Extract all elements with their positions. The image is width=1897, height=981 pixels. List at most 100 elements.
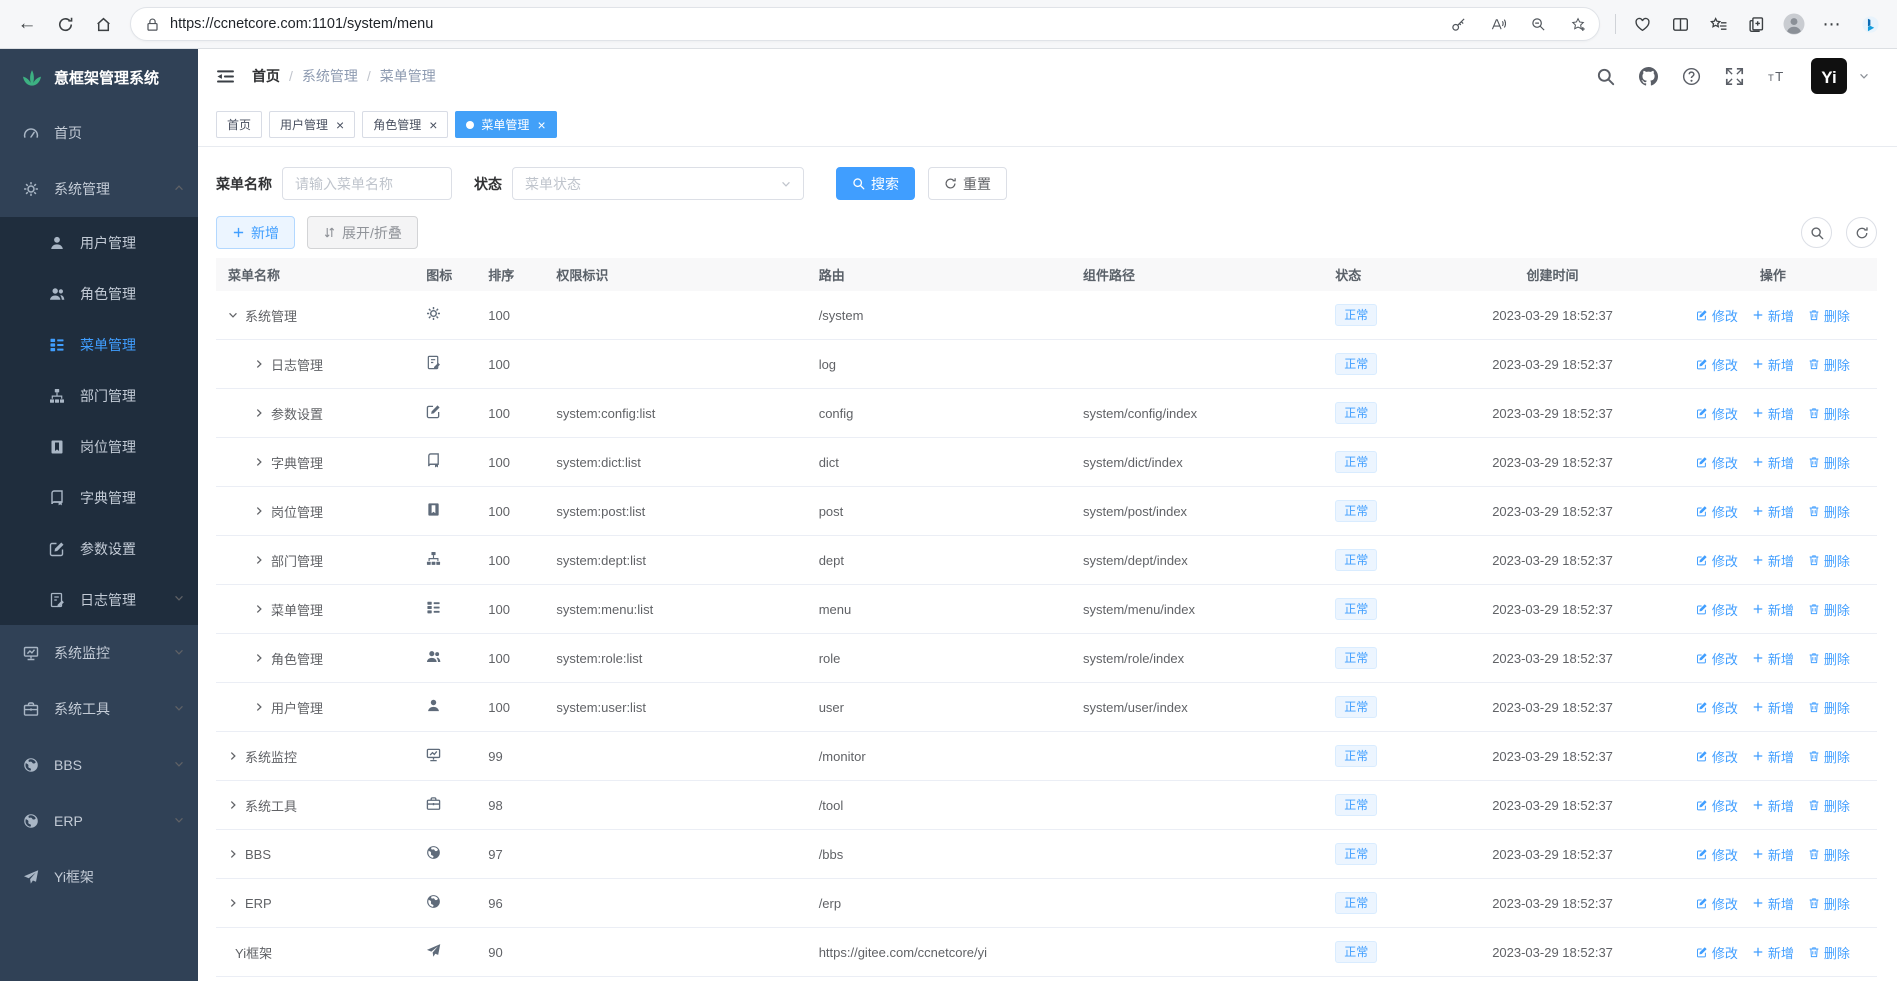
expand-toggle[interactable] [254,406,264,421]
delete-action[interactable]: 删除 [1808,698,1850,717]
sidebar-item-首页[interactable]: 首页 [0,105,198,161]
sidebar-item-日志管理[interactable]: 日志管理 [0,574,198,625]
sidebar-item-用户管理[interactable]: 用户管理 [0,217,198,268]
edit-action[interactable]: 修改 [1696,355,1738,374]
favorites-button[interactable] [1701,7,1735,41]
sidebar-item-BBS[interactable]: BBS [0,737,198,793]
sidebar-item-Yi框架[interactable]: Yi框架 [0,849,198,905]
expand-toggle[interactable] [228,896,238,911]
edit-action[interactable]: 修改 [1696,747,1738,766]
chevron-down-icon[interactable] [1859,71,1869,81]
edit-action[interactable]: 修改 [1696,943,1738,962]
sidebar-item-角色管理[interactable]: 角色管理 [0,268,198,319]
edit-action[interactable]: 修改 [1696,453,1738,472]
expand-toggle[interactable] [254,504,264,519]
add-action[interactable]: 新增 [1752,894,1794,913]
add-action[interactable]: 新增 [1752,551,1794,570]
search-toggle-button[interactable] [1801,217,1832,248]
user-avatar-logo[interactable]: Yi [1811,58,1847,94]
add-action[interactable]: 新增 [1752,600,1794,619]
delete-action[interactable]: 删除 [1808,747,1850,766]
add-action[interactable]: 新增 [1752,453,1794,472]
delete-action[interactable]: 删除 [1808,894,1850,913]
bing-chat-button[interactable] [1853,7,1887,41]
expand-collapse-button[interactable]: 展开/折叠 [307,216,418,249]
delete-action[interactable]: 删除 [1808,943,1850,962]
browser-essentials-button[interactable] [1625,7,1659,41]
add-favorite-icon[interactable] [1563,9,1593,39]
expand-toggle[interactable] [254,651,264,666]
sidebar-item-菜单管理[interactable]: 菜单管理 [0,319,198,370]
sidebar-item-字典管理[interactable]: 字典管理 [0,472,198,523]
add-action[interactable]: 新增 [1752,845,1794,864]
edit-action[interactable]: 修改 [1696,698,1738,717]
expand-toggle[interactable] [228,749,238,764]
expand-toggle[interactable] [254,602,264,617]
close-icon[interactable]: × [336,118,344,132]
refresh-table-button[interactable] [1846,217,1877,248]
close-icon[interactable]: × [537,118,545,132]
collections-button[interactable] [1739,7,1773,41]
delete-action[interactable]: 删除 [1808,355,1850,374]
sidebar-item-参数设置[interactable]: 参数设置 [0,523,198,574]
edit-action[interactable]: 修改 [1696,649,1738,668]
edit-action[interactable]: 修改 [1696,600,1738,619]
expand-toggle[interactable] [228,308,238,323]
status-select[interactable]: 菜单状态 [512,167,804,200]
lock-icon[interactable] [145,17,160,32]
back-button[interactable]: ← [10,7,44,41]
browser-more-button[interactable]: ⋯ [1815,7,1849,41]
add-button[interactable]: 新增 [216,216,295,249]
sidebar-item-系统管理[interactable]: 系统管理 [0,161,198,217]
github-icon[interactable] [1639,66,1658,86]
expand-toggle[interactable] [254,455,264,470]
edit-action[interactable]: 修改 [1696,894,1738,913]
zoom-out-icon[interactable] [1523,9,1553,39]
add-action[interactable]: 新增 [1752,796,1794,815]
close-icon[interactable]: × [429,118,437,132]
font-size-icon[interactable]: TT [1768,67,1787,86]
search-button[interactable]: 搜索 [836,167,915,200]
key-icon[interactable] [1443,9,1473,39]
delete-action[interactable]: 删除 [1808,551,1850,570]
menu-fold-icon[interactable] [216,67,235,86]
add-action[interactable]: 新增 [1752,649,1794,668]
tab-角色管理[interactable]: 角色管理 × [362,111,449,138]
breadcrumb-item[interactable]: 首页 [252,66,280,86]
edit-action[interactable]: 修改 [1696,796,1738,815]
add-action[interactable]: 新增 [1752,747,1794,766]
sidebar-item-系统监控[interactable]: 系统监控 [0,625,198,681]
sidebar-item-系统工具[interactable]: 系统工具 [0,681,198,737]
tab-用户管理[interactable]: 用户管理 × [269,111,356,138]
edit-action[interactable]: 修改 [1696,306,1738,325]
search-icon[interactable] [1596,67,1615,86]
edit-action[interactable]: 修改 [1696,502,1738,521]
fullscreen-icon[interactable] [1725,67,1744,86]
sidebar-item-岗位管理[interactable]: 岗位管理 [0,421,198,472]
add-action[interactable]: 新增 [1752,698,1794,717]
sidebar-item-ERP[interactable]: ERP [0,793,198,849]
reload-button[interactable] [48,7,82,41]
read-aloud-icon[interactable] [1483,9,1513,39]
expand-toggle[interactable] [254,357,264,372]
edit-action[interactable]: 修改 [1696,551,1738,570]
tab-首页[interactable]: 首页 [216,111,263,138]
question-icon[interactable] [1682,67,1701,86]
url-text[interactable]: https://ccnetcore.com:1101/system/menu [170,16,1433,32]
breadcrumb-item[interactable]: 菜单管理 [380,66,436,86]
menu-name-input[interactable] [282,167,452,200]
expand-toggle[interactable] [228,847,238,862]
address-bar[interactable]: https://ccnetcore.com:1101/system/menu [130,7,1600,41]
expand-toggle[interactable] [254,553,264,568]
delete-action[interactable]: 删除 [1808,649,1850,668]
delete-action[interactable]: 删除 [1808,796,1850,815]
delete-action[interactable]: 删除 [1808,600,1850,619]
add-action[interactable]: 新增 [1752,355,1794,374]
add-action[interactable]: 新增 [1752,404,1794,423]
reset-button[interactable]: 重置 [928,167,1007,200]
home-button[interactable] [86,7,120,41]
delete-action[interactable]: 删除 [1808,845,1850,864]
add-action[interactable]: 新增 [1752,306,1794,325]
delete-action[interactable]: 删除 [1808,404,1850,423]
add-action[interactable]: 新增 [1752,502,1794,521]
